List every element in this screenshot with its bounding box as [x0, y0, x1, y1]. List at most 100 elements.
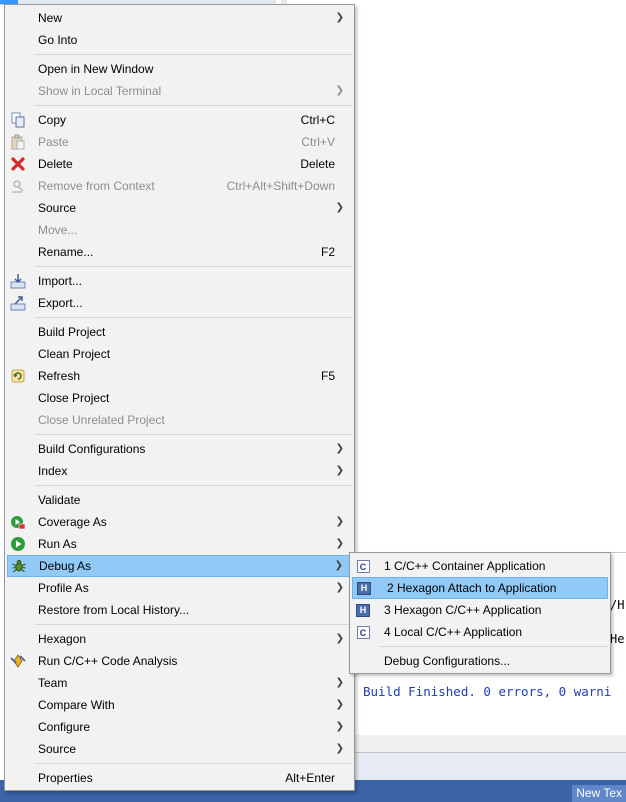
- menu-item-show-in-local-terminal[interactable]: Show in Local Terminal ❯: [5, 80, 354, 102]
- menu-item-label: Remove from Context: [38, 179, 155, 193]
- menu-item-remove-from-context[interactable]: Remove from Context Ctrl+Alt+Shift+Down: [5, 175, 354, 197]
- console-text-fragment: He: [610, 632, 625, 646]
- menu-item-label: Hexagon: [38, 632, 87, 646]
- menu-item-source[interactable]: Source ❯: [5, 738, 354, 760]
- menu-item-label: Build Configurations: [38, 442, 146, 456]
- menu-item-configure[interactable]: Configure ❯: [5, 716, 354, 738]
- menu-item-export[interactable]: Export...: [5, 292, 354, 314]
- c-application-icon: C: [355, 558, 371, 574]
- submenu-arrow-icon: ❯: [335, 465, 344, 476]
- menu-item-label: Delete: [38, 157, 73, 171]
- menu-item-run-as[interactable]: Run As ❯: [5, 533, 354, 555]
- submenu-arrow-icon: ❯: [335, 202, 344, 213]
- menu-item-label: Team: [38, 676, 68, 690]
- submenu-arrow-icon: ❯: [335, 443, 344, 454]
- delete-icon: [10, 156, 26, 172]
- debug-item-3-hexagon-c-c-application[interactable]: H 3 Hexagon C/C++ Application: [350, 599, 610, 621]
- menu-item-compare-with[interactable]: Compare With ❯: [5, 694, 354, 716]
- menu-separator: [380, 646, 608, 647]
- status-bar: [354, 752, 626, 781]
- menu-item-label: Restore from Local History...: [38, 603, 190, 617]
- menu-separator: [35, 105, 352, 106]
- menu-item-label: Import...: [38, 274, 83, 288]
- context-menu: New ❯ Go Into Open in New Window Show in Loc…: [4, 4, 355, 791]
- menu-item-label: Compare With: [38, 698, 115, 712]
- menu-item-delete[interactable]: Delete Delete: [5, 153, 354, 175]
- submenu-arrow-icon: ❯: [335, 699, 344, 710]
- menu-item-open-in-new-window[interactable]: Open in New Window: [5, 58, 354, 80]
- menu-item-properties[interactable]: Properties Alt+Enter: [5, 767, 354, 789]
- submenu-arrow-icon: ❯: [335, 538, 344, 549]
- hexagon-icon-glyph: H: [357, 581, 371, 595]
- c-application-icon-glyph: C: [356, 559, 370, 573]
- menu-item-new[interactable]: New ❯: [5, 7, 354, 29]
- submenu-arrow-icon: ❯: [335, 12, 344, 23]
- menu-item-label: Clean Project: [38, 347, 111, 361]
- menu-item-label: Coverage As: [38, 515, 107, 529]
- coverage-icon: [10, 514, 26, 530]
- menu-item-label: Rename...: [38, 245, 94, 259]
- menu-item-label: Build Project: [38, 325, 106, 339]
- menu-item-shortcut: Ctrl+Alt+Shift+Down: [226, 179, 335, 193]
- menu-item-label: Run As: [38, 537, 77, 551]
- code-analysis-icon: [10, 653, 26, 669]
- debug-as-submenu: C 1 C/C++ Container Application H 2 Hexagon…: [349, 552, 611, 674]
- menu-separator: [35, 485, 352, 486]
- menu-item-restore-from-local-history[interactable]: Restore from Local History...: [5, 599, 354, 621]
- menu-item-label: Open in New Window: [38, 62, 154, 76]
- menu-item-label: Properties: [38, 771, 93, 785]
- c-application-icon: C: [355, 624, 371, 640]
- menu-item-go-into[interactable]: Go Into: [5, 29, 354, 51]
- menu-item-index[interactable]: Index ❯: [5, 460, 354, 482]
- menu-item-shortcut: F5: [320, 369, 335, 383]
- menu-separator: [35, 266, 352, 267]
- menu-separator: [35, 624, 352, 625]
- menu-item-clean-project[interactable]: Clean Project: [5, 343, 354, 365]
- menu-item-move[interactable]: Move...: [5, 219, 354, 241]
- menu-separator: [35, 317, 352, 318]
- debug-configurations-item[interactable]: Debug Configurations...: [350, 650, 610, 672]
- taskbar-item-new-text[interactable]: New Tex: [572, 785, 626, 802]
- menu-item-validate[interactable]: Validate: [5, 489, 354, 511]
- menu-item-label: Source: [38, 201, 77, 215]
- menu-item-rename[interactable]: Rename... F2: [5, 241, 354, 263]
- menu-item-copy[interactable]: Copy Ctrl+C: [5, 109, 354, 131]
- menu-item-refresh[interactable]: Refresh F5: [5, 365, 354, 387]
- menu-item-label: 4 Local C/C++ Application: [384, 625, 523, 639]
- menu-item-profile-as[interactable]: Profile As ❯: [5, 577, 354, 599]
- menu-separator: [35, 54, 352, 55]
- menu-item-label: Profile As: [38, 581, 89, 595]
- menu-item-build-configurations[interactable]: Build Configurations ❯: [5, 438, 354, 460]
- menu-item-label: Export...: [38, 296, 83, 310]
- menu-item-label: Paste: [38, 135, 69, 149]
- menu-item-build-project[interactable]: Build Project: [5, 321, 354, 343]
- menu-item-debug-as[interactable]: Debug As ❯: [7, 555, 352, 577]
- menu-item-shortcut: Alt+Enter: [285, 771, 335, 785]
- menu-item-import[interactable]: Import...: [5, 270, 354, 292]
- debug-item-1-c-c-container-application[interactable]: C 1 C/C++ Container Application: [350, 555, 610, 577]
- menu-item-team[interactable]: Team ❯: [5, 672, 354, 694]
- menu-item-close-project[interactable]: Close Project: [5, 387, 354, 409]
- menu-item-label: Close Project: [38, 391, 110, 405]
- console-text-fragment: /H: [610, 598, 625, 612]
- debug-item-2-hexagon-attach-to-application[interactable]: H 2 Hexagon Attach to Application: [352, 577, 608, 599]
- debug-item-4-local-c-c-application[interactable]: C 4 Local C/C++ Application: [350, 621, 610, 643]
- menu-item-label: Go Into: [38, 33, 78, 47]
- debug-icon: [11, 558, 27, 574]
- c-application-icon-glyph: C: [356, 625, 370, 639]
- menu-item-close-unrelated-project[interactable]: Close Unrelated Project: [5, 409, 354, 431]
- menu-item-source[interactable]: Source ❯: [5, 197, 354, 219]
- menu-item-hexagon[interactable]: Hexagon ❯: [5, 628, 354, 650]
- console-horizontal-scrollbar[interactable]: [354, 735, 626, 752]
- menu-item-paste[interactable]: Paste Ctrl+V: [5, 131, 354, 153]
- submenu-arrow-icon: ❯: [335, 677, 344, 688]
- menu-item-shortcut: Ctrl+C: [300, 113, 335, 127]
- menu-item-label: Run C/C++ Code Analysis: [38, 654, 178, 668]
- menu-item-label: Refresh: [38, 369, 81, 383]
- hexagon-icon-glyph: H: [356, 603, 370, 617]
- menu-item-run-c-c-code-analysis[interactable]: Run C/C++ Code Analysis: [5, 650, 354, 672]
- menu-item-label: 3 Hexagon C/C++ Application: [384, 603, 542, 617]
- menu-item-label: Validate: [38, 493, 81, 507]
- menu-item-coverage-as[interactable]: Coverage As ❯: [5, 511, 354, 533]
- menu-item-label: Move...: [38, 223, 78, 237]
